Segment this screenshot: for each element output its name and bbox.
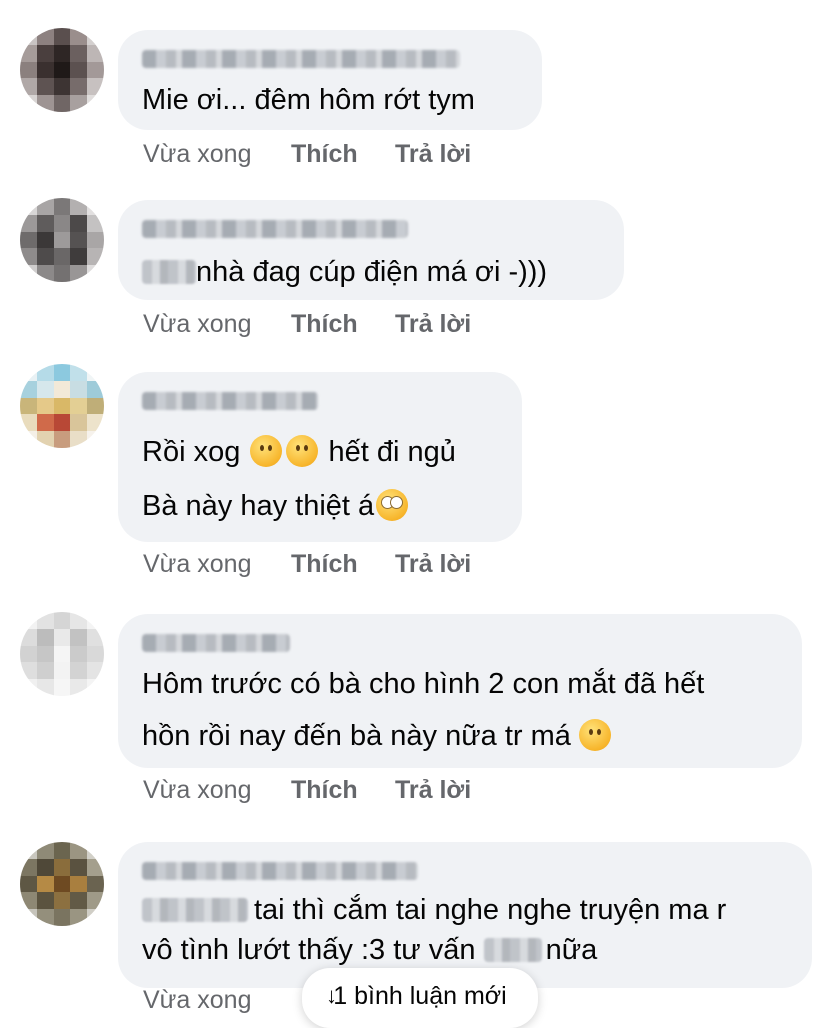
like-button[interactable]: Thích [291,776,358,805]
comment-text: Mie ơi... đêm hôm rớt tym [142,84,475,116]
new-comments-label: 1 bình luận mới [333,982,507,1010]
comment-text-line-1: tai thì cắm tai nghe nghe truyện ma r [142,892,726,928]
author-name-redacted[interactable] [142,862,418,880]
reply-button[interactable]: Trả lời [395,140,471,169]
author-name-redacted[interactable] [142,50,460,68]
reply-button[interactable]: Trả lời [395,550,471,579]
comment-text-a: Rồi xog [142,436,249,468]
comment-text-line-2: Bà này hay thiệt á [142,488,410,524]
reply-button[interactable]: Trả lời [395,310,471,339]
like-button[interactable]: Thích [291,310,358,339]
avatar[interactable] [20,364,104,448]
author-name-redacted[interactable] [142,220,408,238]
like-button[interactable]: Thích [291,140,358,169]
comment-text: hồn rồi nay đến bà này nữa tr má [142,720,571,752]
comment-text-line-2: hồn rồi nay đến bà này nữa tr má [142,718,613,754]
comment-text-b: nữa [545,934,598,966]
comment-text-line-1: Rồi xog hết đi ngủ [142,434,456,470]
like-button[interactable]: Thích [291,550,358,579]
timestamp[interactable]: Vừa xong [143,776,251,805]
comment-bubble: Rồi xog hết đi ngủ Bà này hay thiệt á [118,372,522,542]
timestamp[interactable]: Vừa xong [143,140,251,169]
face-with-rolling-eyes-icon [376,489,409,521]
timestamp[interactable]: Vừa xong [143,310,251,339]
reply-button[interactable]: Trả lời [395,776,471,805]
comment-bubble: Mie ơi... đêm hôm rớt tym [118,30,542,130]
avatar[interactable] [20,198,104,282]
comment-text-line-2: vô tình lướt thấy :3 tư vấn nữa [142,932,597,968]
comment-bubble: nhà đag cúp điện má ơi -))) [118,200,624,300]
word-redacted [483,938,542,962]
rolling-on-the-floor-laughing-icon [578,719,611,751]
comment-bubble: Hôm trước có bà cho hình 2 con mắt đã hế… [118,614,802,768]
comment-text-a: vô tình lướt thấy :3 tư vấn [142,934,484,966]
comment-text-b: hết đi ngủ [320,436,456,468]
avatar[interactable] [20,612,104,696]
author-name-redacted[interactable] [142,392,318,410]
avatar[interactable] [20,28,104,112]
comment-text: tai thì cắm tai nghe nghe truyện ma r [254,894,727,926]
comment-text-line-1: Hôm trước có bà cho hình 2 con mắt đã hế… [142,668,705,700]
comment-text: nhà đag cúp điện má ơi -))) [142,254,547,290]
arrow-down-icon: ↓ [326,983,337,1008]
timestamp[interactable]: Vừa xong [143,550,251,579]
timestamp[interactable]: Vừa xong [143,986,251,1015]
new-comments-pill[interactable]: ↓ 1 bình luận mới [302,968,538,1028]
avatar[interactable] [20,842,104,926]
mention-redacted[interactable] [142,260,196,284]
sneezing-face-icon [286,435,319,467]
comment-text: Bà này hay thiệt á [142,490,375,522]
comment-text-content: nhà đag cúp điện má ơi -))) [196,256,548,288]
slightly-smiling-face-icon [250,435,283,467]
mention-redacted[interactable] [142,898,248,922]
comment-bubble: tai thì cắm tai nghe nghe truyện ma r vô… [118,842,812,988]
author-name-redacted[interactable] [142,634,290,652]
